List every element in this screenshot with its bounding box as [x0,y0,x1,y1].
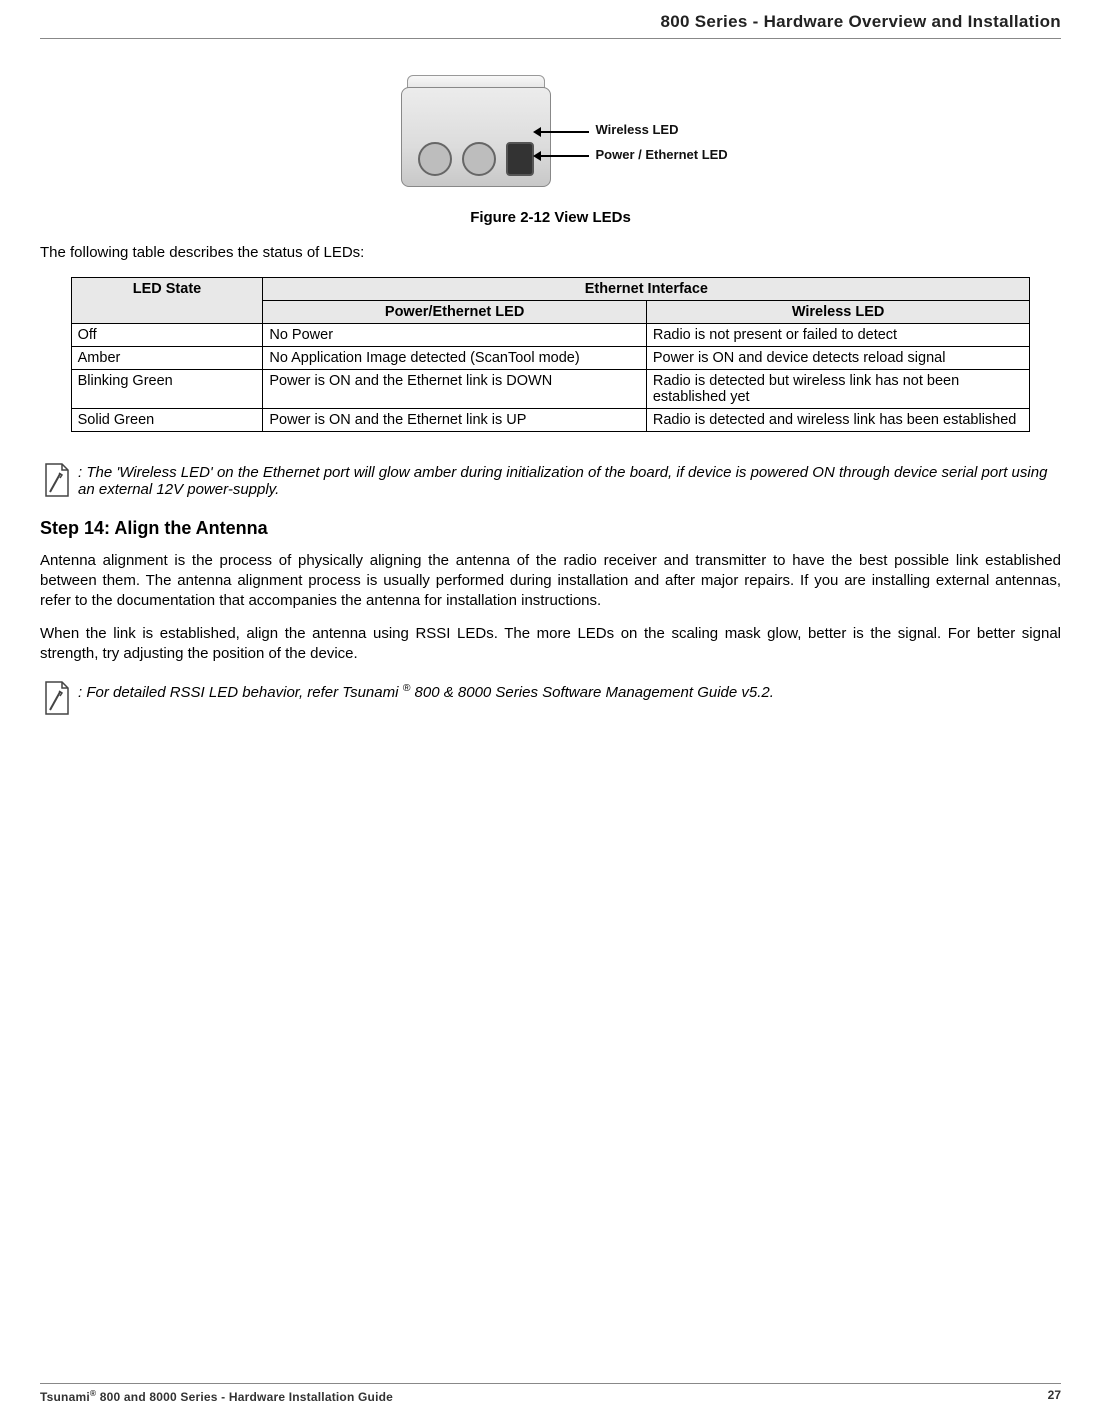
cell-pel: Power is ON and the Ethernet link is UP [263,409,646,432]
table-row: Blinking Green Power is ON and the Ether… [71,370,1030,409]
page-header: 800 Series - Hardware Overview and Insta… [40,0,1061,38]
intro-text: The following table describes the status… [40,244,1061,261]
figure-area: Wireless LED Power / Ethernet LED [40,69,1061,203]
th-wireless-led: Wireless LED [646,301,1030,324]
step-14-heading: Step 14: Align the Antenna [40,518,1061,539]
led-table: LED State Ethernet Interface Power/Ether… [71,277,1031,432]
device-port-left [418,142,452,176]
cell-wl: Radio is detected and wireless link has … [646,409,1030,432]
cell-pel: No Application Image detected (ScanTool … [263,347,646,370]
page-footer: Tsunami® 800 and 8000 Series - Hardware … [40,1383,1061,1404]
device-diagram: Wireless LED Power / Ethernet LED [401,69,701,199]
footer-page-number: 27 [1048,1388,1061,1404]
arrow-wireless [541,131,589,133]
footer-divider [40,1383,1061,1384]
table-row: Solid Green Power is ON and the Ethernet… [71,409,1030,432]
table-header-row-1: LED State Ethernet Interface [71,278,1030,301]
cell-pel: Power is ON and the Ethernet link is DOW… [263,370,646,409]
note-2-text: : For detailed RSSI LED behavior, refer … [78,678,774,701]
note-1: : The 'Wireless LED' on the Ethernet por… [40,460,1061,500]
step-14-p2: When the link is established, align the … [40,624,1061,664]
th-led-state: LED State [71,278,263,324]
cell-state: Amber [71,347,263,370]
device-port-mid [462,142,496,176]
cell-wl: Power is ON and device detects reload si… [646,347,1030,370]
arrow-power-eth [541,155,589,157]
note-2: : For detailed RSSI LED behavior, refer … [40,678,1061,718]
header-divider [40,38,1061,39]
table-row: Off No Power Radio is not present or fai… [71,324,1030,347]
cell-state: Off [71,324,263,347]
device-body [401,87,551,187]
footer-title-post: 800 and 8000 Series - Hardware Installat… [96,1390,393,1404]
th-power-eth-led: Power/Ethernet LED [263,301,646,324]
step-14-p1: Antenna alignment is the process of phys… [40,551,1061,610]
cell-wl: Radio is not present or failed to detect [646,324,1030,347]
figure-caption: Figure 2-12 View LEDs [40,209,1061,226]
cell-state: Solid Green [71,409,263,432]
cell-wl: Radio is detected but wireless link has … [646,370,1030,409]
cell-pel: No Power [263,324,646,347]
note-2-pre: : For detailed RSSI LED behavior, refer … [78,684,403,701]
note-2-post: 800 & 8000 Series Software Management Gu… [410,684,774,701]
footer-title-pre: Tsunami [40,1390,90,1404]
label-wireless-led: Wireless LED [596,122,679,137]
note-icon [40,678,74,718]
label-power-eth-led: Power / Ethernet LED [596,147,728,162]
footer-title: Tsunami® 800 and 8000 Series - Hardware … [40,1388,393,1404]
cell-state: Blinking Green [71,370,263,409]
note-1-text: : The 'Wireless LED' on the Ethernet por… [78,460,1061,498]
th-eth-interface: Ethernet Interface [263,278,1030,301]
note-icon [40,460,74,500]
table-row: Amber No Application Image detected (Sca… [71,347,1030,370]
device-port-right [506,142,534,176]
